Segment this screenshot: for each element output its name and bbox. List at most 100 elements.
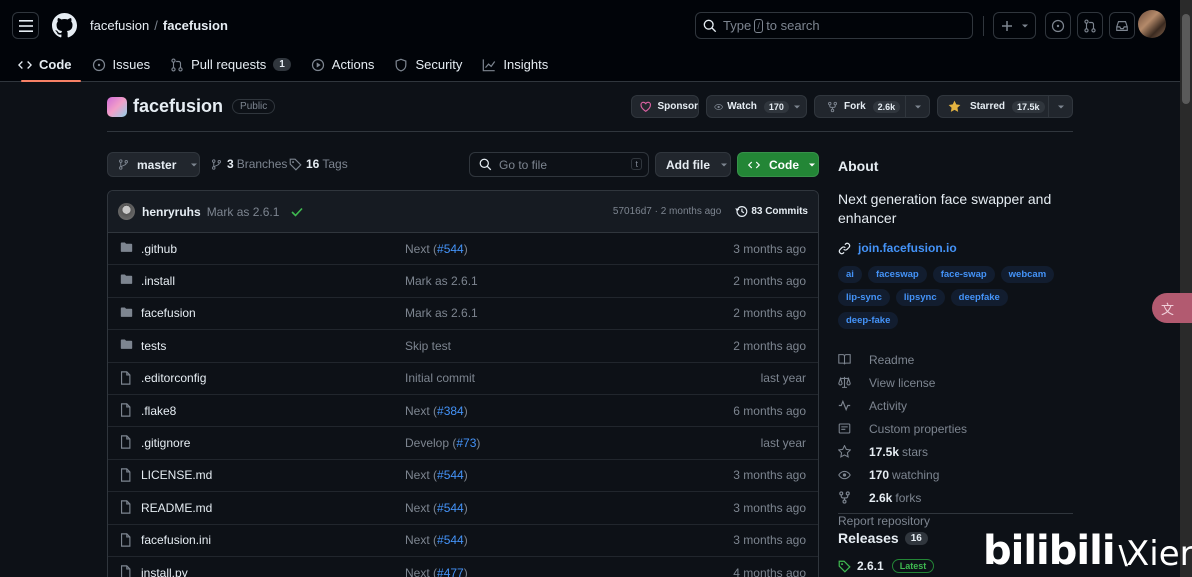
tab-actions[interactable]: Actions	[302, 48, 384, 81]
add-file-button[interactable]: Add file	[655, 152, 731, 177]
file-commit-message[interactable]: Next (#384)	[405, 404, 468, 418]
file-name[interactable]: LICENSE.md	[141, 468, 212, 482]
file-name[interactable]: .gitignore	[141, 436, 190, 450]
stat-row[interactable]: 17.5k stars	[838, 440, 1073, 463]
file-commit-message[interactable]: Develop (#73)	[405, 436, 480, 450]
tab-insights[interactable]: Insights	[473, 48, 557, 81]
topic-tag[interactable]: lip-sync	[838, 289, 890, 306]
file-row[interactable]: .gitignore Develop (#73) last year	[108, 427, 818, 460]
file-commit-message[interactable]: Mark as 2.6.1	[405, 306, 478, 320]
file-commit-message[interactable]: Next (#544)	[405, 242, 468, 256]
homepage-link[interactable]: join.facefusion.io	[838, 241, 1073, 255]
go-to-file-input[interactable]: Go to file t	[469, 152, 649, 177]
file-row[interactable]: .editorconfig Initial commit last year	[108, 363, 818, 395]
fork-button[interactable]: Fork 2.6k	[814, 95, 930, 118]
branches-link[interactable]: 3 Branches	[211, 157, 287, 171]
tags-link[interactable]: 16 Tags	[289, 157, 348, 171]
tab-issues[interactable]: Issues	[83, 48, 160, 81]
file-row[interactable]: facefusion.ini Next (#544) 3 months ago	[108, 525, 818, 557]
file-commit-message[interactable]: Skip test	[405, 339, 451, 353]
topic-tag[interactable]: deepfake	[950, 289, 1008, 306]
commit-author-avatar[interactable]	[118, 203, 135, 220]
pr-link[interactable]: #73	[456, 436, 476, 450]
latest-release[interactable]: 2.6.1 Latest	[838, 559, 935, 573]
github-logo-icon[interactable]	[52, 13, 77, 38]
commit-author[interactable]: henryruhs	[142, 205, 201, 219]
file-commit-message[interactable]: Next (#544)	[405, 468, 468, 482]
pr-link[interactable]: #477	[437, 566, 464, 577]
file-name[interactable]: .github	[141, 242, 177, 256]
releases-heading[interactable]: Releases 16	[838, 530, 928, 546]
topic-tag[interactable]: ai	[838, 266, 862, 283]
file-row[interactable]: LICENSE.md Next (#544) 3 months ago	[108, 460, 818, 493]
issues-button[interactable]	[1045, 12, 1071, 39]
page-scrollbar[interactable]	[1180, 0, 1192, 577]
file-row[interactable]: .flake8 Next (#384) 6 months ago	[108, 395, 818, 428]
stat-row[interactable]: Custom properties	[838, 417, 1073, 440]
file-row[interactable]: .github Next (#544) 3 months ago	[108, 233, 818, 266]
watch-dropdown[interactable]	[789, 96, 806, 117]
user-avatar[interactable]	[1138, 10, 1166, 38]
pr-link[interactable]: #544	[437, 468, 464, 482]
tab-code[interactable]: Code	[9, 48, 81, 82]
file-row[interactable]: tests Skip test 2 months ago	[108, 330, 818, 363]
check-icon[interactable]	[291, 207, 303, 217]
file-row[interactable]: install.py Next (#477) 4 months ago	[108, 557, 818, 577]
branch-name: master	[137, 157, 177, 172]
file-name[interactable]: install.py	[141, 566, 188, 577]
inbox-button[interactable]	[1109, 12, 1135, 39]
topic-tag[interactable]: deep-fake	[838, 312, 899, 329]
menu-button[interactable]	[12, 12, 39, 39]
code-button[interactable]: Code	[737, 152, 819, 177]
commit-hash-date[interactable]: 57016d7 · 2 months ago	[613, 206, 721, 217]
topic-tag[interactable]: webcam	[1000, 266, 1055, 283]
stat-row[interactable]: 2.6k forks	[838, 486, 1073, 509]
topic-tag[interactable]: face-swap	[932, 266, 995, 283]
file-row[interactable]: README.md Next (#544) 3 months ago	[108, 492, 818, 525]
repo-name[interactable]: facefusion	[133, 96, 223, 117]
breadcrumb-owner[interactable]: facefusion	[90, 18, 149, 33]
search-input[interactable]: Type / to search	[695, 12, 973, 39]
fork-dropdown[interactable]	[905, 96, 929, 117]
star-dropdown[interactable]	[1048, 96, 1072, 117]
stat-row[interactable]: View license	[838, 371, 1073, 394]
file-name[interactable]: facefusion	[141, 306, 196, 320]
commits-link[interactable]: 83 Commits	[735, 205, 808, 218]
watch-button[interactable]: Watch 170	[706, 95, 807, 118]
create-new-button[interactable]	[993, 12, 1036, 39]
sponsor-button[interactable]: Sponsor	[631, 95, 699, 118]
file-name[interactable]: .install	[141, 274, 175, 288]
scrollbar-thumb[interactable]	[1182, 14, 1190, 104]
file-name[interactable]: .flake8	[141, 404, 176, 418]
star-button[interactable]: Starred 17.5k	[937, 95, 1073, 118]
commit-message[interactable]: Mark as 2.6.1	[207, 205, 280, 219]
pr-link[interactable]: #544	[437, 533, 464, 547]
topic-tag[interactable]: lipsync	[895, 289, 945, 306]
pr-link[interactable]: #544	[437, 242, 464, 256]
tags-count: 16	[306, 157, 320, 171]
file-commit-message[interactable]: Initial commit	[405, 371, 475, 385]
file-row[interactable]: .install Mark as 2.6.1 2 months ago	[108, 265, 818, 298]
file-name[interactable]: tests	[141, 339, 166, 353]
pull-requests-button[interactable]	[1077, 12, 1103, 39]
stat-row[interactable]: Readme	[838, 348, 1073, 371]
file-row[interactable]: facefusion Mark as 2.6.1 2 months ago	[108, 298, 818, 331]
topic-tag[interactable]: faceswap	[867, 266, 927, 283]
file-commit-message[interactable]: Next (#477)	[405, 566, 468, 577]
tab-pull-requests[interactable]: Pull requests 1	[161, 48, 300, 81]
file-name[interactable]: README.md	[141, 501, 212, 515]
branch-selector[interactable]: master	[107, 152, 200, 177]
pr-link[interactable]: #544	[437, 501, 464, 515]
file-commit-message[interactable]: Next (#544)	[405, 533, 468, 547]
file-commit-message[interactable]: Mark as 2.6.1	[405, 274, 478, 288]
repo-owner-avatar[interactable]	[107, 96, 127, 117]
file-name[interactable]: facefusion.ini	[141, 533, 211, 547]
tab-security[interactable]: Security	[385, 48, 471, 81]
file-commit-message[interactable]: Next (#544)	[405, 501, 468, 515]
pr-link[interactable]: #384	[437, 404, 464, 418]
stat-row[interactable]: Activity	[838, 394, 1073, 417]
breadcrumb-repo[interactable]: facefusion	[163, 18, 228, 33]
stat-row[interactable]: 170 watching	[838, 463, 1073, 486]
translate-float-button[interactable]: 文	[1152, 293, 1192, 323]
file-name[interactable]: .editorconfig	[141, 371, 206, 385]
